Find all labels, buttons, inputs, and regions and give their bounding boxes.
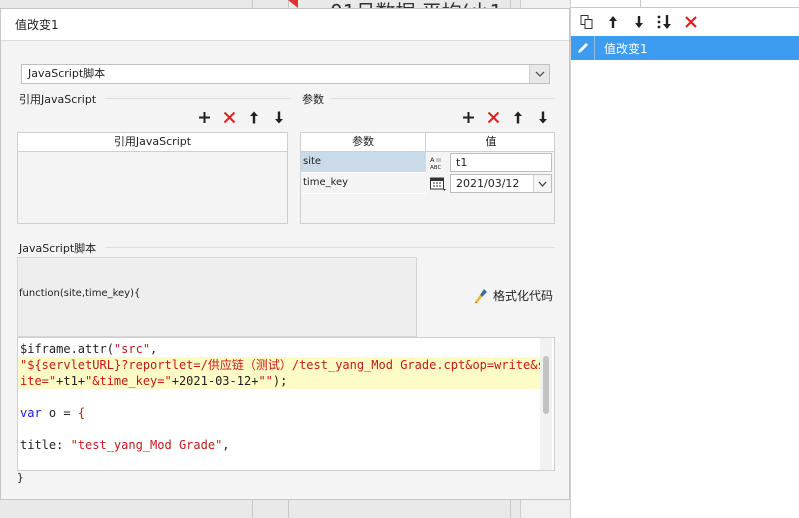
params-toolbar bbox=[460, 109, 551, 125]
table-row[interactable]: time_key 2021/03/12 bbox=[301, 173, 554, 194]
param-up-button[interactable] bbox=[510, 109, 526, 125]
param-date-value: 2021/03/12 bbox=[456, 177, 520, 190]
code-token: +t1+ bbox=[56, 374, 86, 388]
ref-js-toolbar bbox=[196, 109, 287, 125]
ref-js-section-label: 引用JavaScript bbox=[19, 93, 97, 106]
code-token: o = bbox=[41, 406, 78, 420]
code-token: ); bbox=[272, 374, 288, 388]
code-token: , bbox=[150, 342, 158, 356]
arrow-down-icon bbox=[539, 111, 547, 123]
params-table: 参数 值 site A ABC t1 time_key 2021/03/12 bbox=[300, 132, 555, 224]
move-bottom-button[interactable] bbox=[655, 12, 675, 32]
ref-delete-button[interactable] bbox=[221, 109, 237, 125]
code-token: +2021-03-12+ bbox=[171, 374, 259, 388]
ref-add-button[interactable] bbox=[196, 109, 212, 125]
scrollbar-thumb[interactable] bbox=[543, 356, 549, 414]
divider bbox=[331, 98, 555, 99]
script-type-value: JavaScript脚本 bbox=[28, 67, 106, 80]
code-token: "test_yang_Mod Grade" bbox=[70, 438, 223, 452]
cell-marker bbox=[288, 0, 298, 8]
arrow-up-icon bbox=[609, 16, 617, 28]
chevron-down-icon[interactable] bbox=[529, 65, 549, 83]
code-token: ite=" bbox=[20, 374, 57, 388]
divider bbox=[105, 247, 555, 248]
close-icon bbox=[487, 111, 499, 123]
copy-icon bbox=[580, 15, 593, 29]
code-line[interactable]: var o = { bbox=[18, 405, 542, 421]
close-icon bbox=[223, 111, 235, 123]
params-section-label: 参数 bbox=[302, 93, 324, 106]
column-header-param: 参数 bbox=[301, 133, 426, 151]
code-token: "" bbox=[258, 374, 273, 388]
code-line[interactable] bbox=[18, 453, 542, 469]
broom-icon bbox=[474, 288, 487, 303]
copy-button[interactable] bbox=[577, 12, 597, 32]
code-token: "${servletURL}?reportlet=/供应链（测试）/test_y… bbox=[20, 358, 545, 372]
code-line[interactable] bbox=[18, 421, 542, 437]
arrow-down-icon bbox=[275, 111, 283, 123]
edit-icon bbox=[571, 36, 595, 60]
svg-text:A: A bbox=[430, 156, 435, 164]
dialog-title: 值改变1 bbox=[1, 9, 569, 41]
function-signature: function(site,time_key){ bbox=[19, 288, 141, 299]
text-type-icon[interactable]: A ABC bbox=[427, 152, 449, 173]
close-icon bbox=[685, 16, 697, 28]
param-add-button[interactable] bbox=[460, 109, 476, 125]
move-down-button[interactable] bbox=[629, 12, 649, 32]
script-type-select[interactable]: JavaScript脚本 bbox=[21, 64, 550, 84]
arrow-up-icon bbox=[514, 111, 522, 123]
code-token: { bbox=[77, 406, 86, 420]
ref-down-button[interactable] bbox=[271, 109, 287, 125]
code-editor[interactable]: $iframe.attr("src", "${servletURL}?report… bbox=[17, 337, 555, 471]
event-item-label: 值改变1 bbox=[604, 41, 648, 56]
param-delete-button[interactable] bbox=[485, 109, 501, 125]
closing-brace: } bbox=[17, 471, 24, 484]
code-line[interactable]: $iframe.attr("src", bbox=[18, 341, 542, 357]
ref-js-table: 引用JavaScript bbox=[17, 132, 288, 224]
plus-icon bbox=[198, 111, 210, 123]
arrow-down-icon bbox=[635, 16, 643, 28]
panel-top-strip bbox=[571, 0, 799, 8]
event-panel: 值改变1 bbox=[570, 0, 799, 518]
param-name[interactable]: time_key bbox=[301, 173, 426, 194]
event-item-selected[interactable]: 值改变1 bbox=[571, 36, 799, 60]
params-table-header: 参数 值 bbox=[301, 133, 554, 152]
plus-icon bbox=[462, 111, 474, 123]
code-token: , bbox=[222, 438, 230, 452]
code-line[interactable]: title: "test_yang_Mod Grade", bbox=[18, 437, 542, 453]
format-code-button[interactable]: 格式化代码 bbox=[473, 287, 553, 304]
table-row[interactable]: site A ABC t1 bbox=[301, 152, 554, 173]
event-editor-dialog: 值改变1 JavaScript脚本 引用JavaScript 引用JavaScr… bbox=[0, 8, 570, 500]
arrow-up-icon bbox=[250, 111, 258, 123]
divider bbox=[105, 98, 291, 99]
svg-text:ABC: ABC bbox=[430, 165, 441, 171]
move-to-bottom-icon bbox=[657, 15, 671, 29]
event-toolbar bbox=[571, 9, 799, 35]
column-header-value: 值 bbox=[485, 135, 497, 148]
move-up-button[interactable] bbox=[603, 12, 623, 32]
code-line[interactable] bbox=[18, 389, 542, 405]
param-value-input[interactable]: t1 bbox=[450, 153, 552, 172]
code-line[interactable]: ite="+t1+"&time_key="+2021-03-12+""); bbox=[18, 373, 542, 389]
code-scrollbar[interactable] bbox=[540, 338, 552, 470]
code-token: var bbox=[20, 406, 42, 420]
ref-js-table-header: 引用JavaScript bbox=[18, 133, 287, 152]
code-lines[interactable]: $iframe.attr("src", "${servletURL}?report… bbox=[18, 338, 545, 469]
date-picker[interactable]: 2021/03/12 bbox=[450, 174, 552, 193]
calendar-icon[interactable] bbox=[427, 173, 449, 194]
function-signature-area: function(site,time_key){ bbox=[17, 257, 417, 337]
delete-event-button[interactable] bbox=[681, 12, 701, 32]
code-token: title: bbox=[20, 438, 71, 452]
param-down-button[interactable] bbox=[535, 109, 551, 125]
chevron-down-icon[interactable] bbox=[533, 175, 551, 192]
code-token: $iframe.attr( bbox=[20, 342, 114, 356]
ref-up-button[interactable] bbox=[246, 109, 262, 125]
param-name[interactable]: site bbox=[301, 152, 426, 173]
script-section-label: JavaScript脚本 bbox=[19, 242, 97, 255]
code-token: "&time_key=" bbox=[85, 374, 172, 388]
code-token: "src" bbox=[113, 342, 151, 356]
format-code-label: 格式化代码 bbox=[493, 289, 554, 303]
code-line[interactable]: "${servletURL}?reportlet=/供应链（测试）/test_y… bbox=[18, 357, 545, 373]
